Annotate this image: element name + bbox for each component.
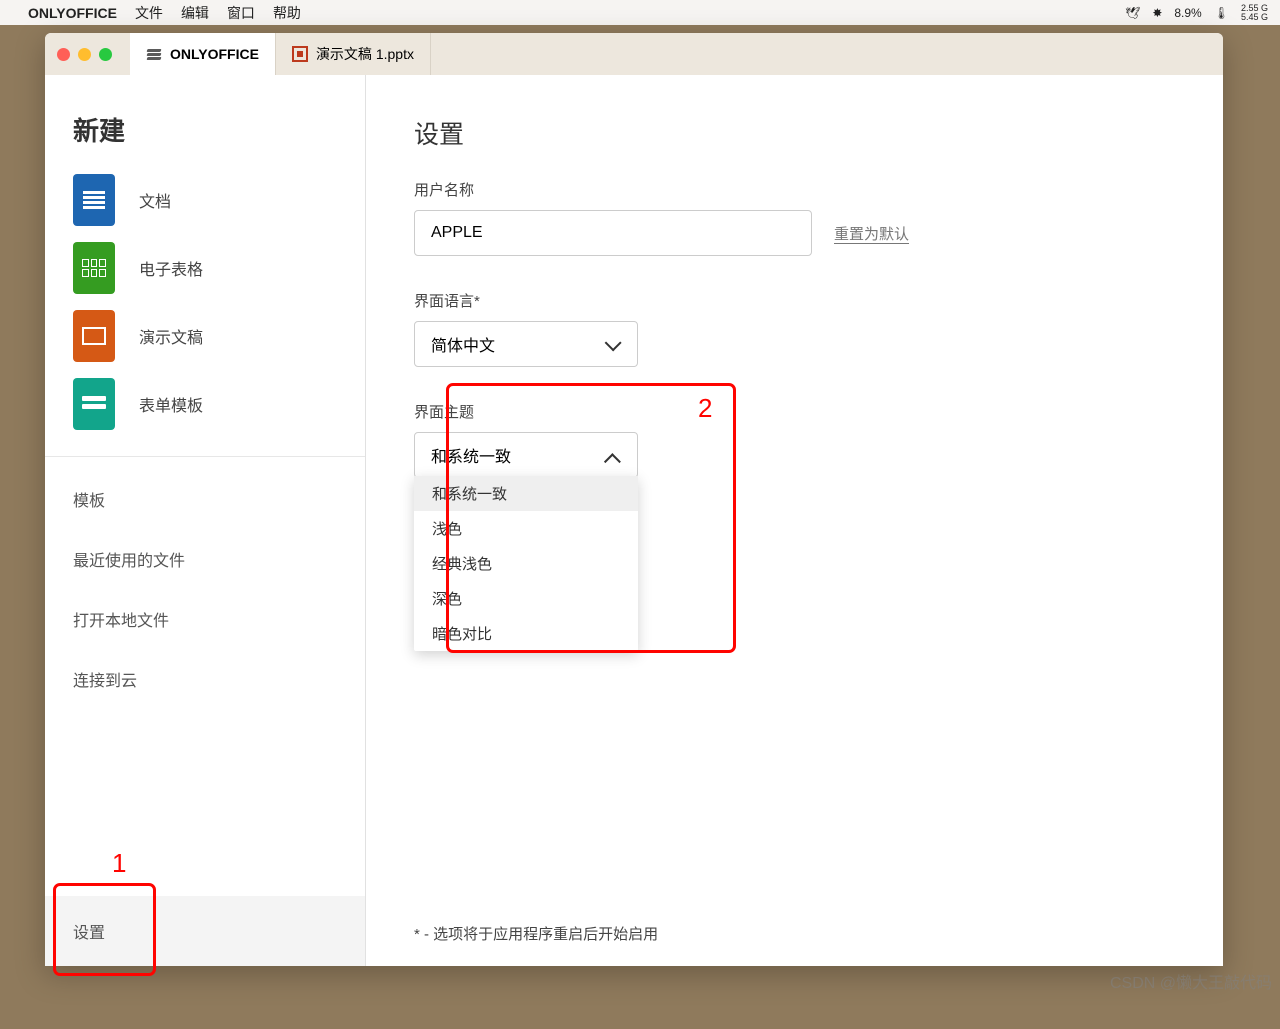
restart-note: * - 选项将于应用程序重启后开始启用	[414, 923, 658, 944]
minimize-icon[interactable]	[78, 48, 91, 61]
onlyoffice-logo-icon	[146, 46, 162, 62]
sidebar-open-local[interactable]: 打开本地文件	[45, 589, 365, 649]
sidebar: 新建 文档 电子表格 演示文稿 表单模板 模板 最近使用的文件 打开本地文件 连…	[45, 75, 366, 966]
chevron-down-icon	[605, 339, 621, 349]
tab-presentation[interactable]: 演示文稿 1.pptx	[276, 33, 431, 75]
menubar-app-name: ONLYOFFICE	[28, 5, 117, 21]
create-spreadsheet-label: 电子表格	[139, 256, 203, 280]
language-label: 界面语言*	[414, 290, 1223, 311]
settings-panel: 设置 用户名称 重置为默认 界面语言* 简体中文 界面主题 和系统一致	[366, 75, 1223, 966]
tab-home[interactable]: ONLYOFFICE	[130, 33, 276, 75]
username-label: 用户名称	[414, 179, 1223, 200]
theme-option-system[interactable]: 和系统一致	[414, 476, 638, 511]
watermark: CSDN @懒大王敲代码	[1110, 969, 1272, 993]
username-input[interactable]	[414, 210, 812, 256]
zoom-icon[interactable]	[99, 48, 112, 61]
spreadsheet-icon	[73, 242, 115, 294]
sidebar-recent-files[interactable]: 最近使用的文件	[45, 529, 365, 589]
annotation-label-1: 1	[112, 848, 126, 879]
presentation-icon	[73, 310, 115, 362]
create-form-template[interactable]: 表单模板	[45, 370, 365, 438]
theme-option-classic-light[interactable]: 经典浅色	[414, 546, 638, 581]
form-template-icon	[73, 378, 115, 430]
language-select-value: 简体中文	[431, 332, 495, 356]
theme-option-dark-contrast[interactable]: 暗色对比	[414, 616, 638, 651]
theme-option-dark[interactable]: 深色	[414, 581, 638, 616]
titlebar: ONLYOFFICE 演示文稿 1.pptx	[45, 33, 1223, 75]
menu-help[interactable]: 帮助	[273, 3, 301, 23]
memory-usage: 2.55 G 5.45 G	[1241, 4, 1268, 22]
theme-select[interactable]: 和系统一致	[414, 432, 638, 478]
sidebar-connect-cloud[interactable]: 连接到云	[45, 649, 365, 709]
theme-label: 界面主题	[414, 401, 1223, 422]
tab-presentation-label: 演示文稿 1.pptx	[316, 44, 414, 64]
sidebar-settings-label: 设置	[73, 919, 105, 943]
thermometer-icon[interactable]: 🌡︎	[1214, 6, 1229, 20]
sidebar-new-heading: 新建	[45, 111, 365, 166]
dove-icon[interactable]: 🕊︎	[1125, 6, 1140, 20]
bug-icon[interactable]: ✸	[1152, 6, 1162, 20]
create-document[interactable]: 文档	[45, 166, 365, 234]
sidebar-templates[interactable]: 模板	[45, 469, 365, 529]
reset-default-link[interactable]: 重置为默认	[834, 223, 909, 244]
menu-edit[interactable]: 编辑	[181, 3, 209, 23]
chevron-up-icon	[605, 450, 621, 460]
create-document-label: 文档	[139, 188, 171, 212]
presentation-file-icon	[292, 46, 308, 62]
theme-select-value: 和系统一致	[431, 443, 511, 467]
menu-file[interactable]: 文件	[135, 3, 163, 23]
create-presentation[interactable]: 演示文稿	[45, 302, 365, 370]
cpu-percent: 8.9%	[1174, 6, 1201, 20]
language-select[interactable]: 简体中文	[414, 321, 638, 367]
close-icon[interactable]	[57, 48, 70, 61]
create-spreadsheet[interactable]: 电子表格	[45, 234, 365, 302]
theme-dropdown: 和系统一致 浅色 经典浅色 深色 暗色对比	[414, 476, 638, 651]
create-form-template-label: 表单模板	[139, 392, 203, 416]
traffic-lights	[57, 48, 112, 61]
annotation-label-2: 2	[698, 393, 712, 424]
theme-option-light[interactable]: 浅色	[414, 511, 638, 546]
settings-title: 设置	[414, 115, 1223, 151]
sidebar-settings[interactable]: 设置	[45, 896, 365, 966]
document-icon	[73, 174, 115, 226]
mac-menubar: ONLYOFFICE 文件 编辑 窗口 帮助 🕊︎ ✸ 8.9% 🌡︎ 2.55…	[0, 0, 1280, 25]
sidebar-divider	[45, 456, 365, 457]
tab-home-label: ONLYOFFICE	[170, 46, 259, 62]
menu-window[interactable]: 窗口	[227, 3, 255, 23]
app-window: ONLYOFFICE 演示文稿 1.pptx 新建 文档 电子表格 演示文稿	[45, 33, 1223, 966]
create-presentation-label: 演示文稿	[139, 324, 203, 348]
